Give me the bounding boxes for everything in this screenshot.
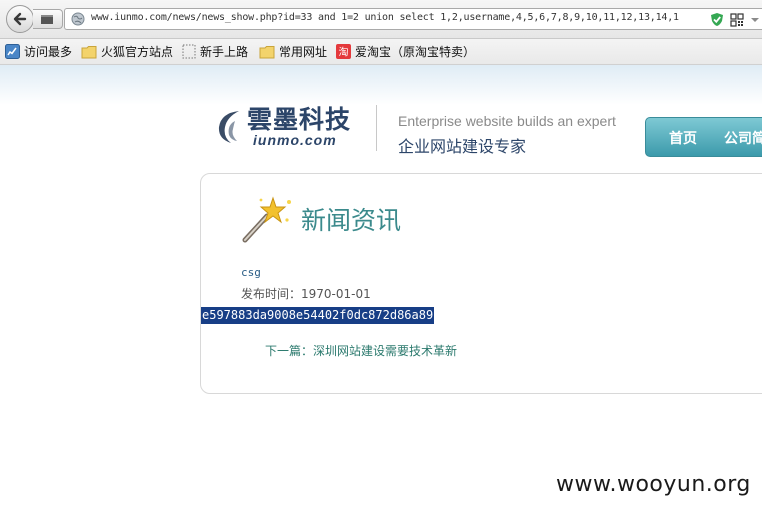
tagline-chinese: 企业网站建设专家: [398, 137, 527, 156]
main-nav: 首页 公司简: [645, 117, 762, 157]
bookmark-label: 新手上路: [200, 45, 249, 59]
folder-icon: [259, 45, 275, 58]
globe-icon: [71, 12, 85, 26]
page-content: 雲墨科技 iunmo.com Enterprise website builds…: [0, 65, 762, 515]
publish-date: 发布时间：1970-01-01: [241, 287, 371, 301]
bookmark-getting-started[interactable]: 新手上路: [182, 43, 248, 60]
article-author: csg: [241, 266, 261, 279]
back-arrow-icon: [13, 12, 27, 26]
dotted-page-icon: [182, 44, 196, 59]
bookmark-firefox-site[interactable]: 火狐官方站点: [81, 43, 173, 60]
dropdown-icon[interactable]: [750, 16, 760, 24]
bookmark-label: 访问最多: [24, 45, 73, 59]
browser-toolbar: www.iunmo.com/news/news_show.php?id=33 a…: [0, 0, 762, 39]
news-card: 新闻资讯 csg 发布时间：1970-01-01 e597883da9008e5…: [200, 173, 762, 394]
site-logo[interactable]: 雲墨科技 iunmo.com: [213, 107, 351, 147]
tagline-english: Enterprise website builds an expert: [398, 113, 616, 129]
ink-swirl-logo-icon: [218, 111, 239, 143]
bookmark-common-sites[interactable]: 常用网址: [259, 43, 327, 60]
list-all-tabs-button[interactable]: [33, 9, 63, 29]
bookmark-label: 爱淘宝（原淘宝特卖）: [355, 45, 476, 59]
taobao-icon: 淘: [336, 44, 351, 59]
next-article-link[interactable]: 下一篇：深圳网站建设需要技术革新: [265, 342, 457, 359]
bookmark-label: 火狐官方站点: [101, 45, 174, 59]
section-title: 新闻资讯: [301, 206, 402, 235]
header-divider: [376, 105, 377, 151]
logo-chinese-name: 雲墨科技: [247, 105, 352, 134]
folder-icon: [81, 45, 97, 58]
bookmark-most-visited[interactable]: 访问最多: [5, 43, 72, 60]
selected-hash-text[interactable]: e597883da9008e54402f0dc872d86a89: [201, 307, 435, 324]
nav-home[interactable]: 首页: [669, 128, 697, 148]
magic-wand-icon: [242, 196, 291, 243]
url-text[interactable]: www.iunmo.com/news/news_show.php?id=33 a…: [91, 12, 701, 23]
back-button[interactable]: [6, 5, 34, 33]
shield-check-icon[interactable]: [710, 12, 724, 27]
bookmark-label: 常用网址: [279, 45, 328, 59]
most-visited-icon: [5, 44, 20, 59]
logo-domain: iunmo.com: [253, 132, 337, 148]
tabs-icon: [41, 15, 53, 24]
bookmarks-toolbar: 访问最多 火狐官方站点 新手上路 常用网址 淘 爱淘宝（原淘宝特卖）: [0, 39, 762, 65]
bookmark-ai-taobao[interactable]: 淘 爱淘宝（原淘宝特卖）: [336, 43, 475, 60]
svg-text:淘: 淘: [339, 46, 349, 59]
address-bar[interactable]: www.iunmo.com/news/news_show.php?id=33 a…: [64, 8, 762, 30]
nav-company[interactable]: 公司简: [724, 128, 762, 148]
qr-code-icon[interactable]: [730, 12, 744, 27]
watermark: www.wooyun.org: [556, 472, 751, 497]
